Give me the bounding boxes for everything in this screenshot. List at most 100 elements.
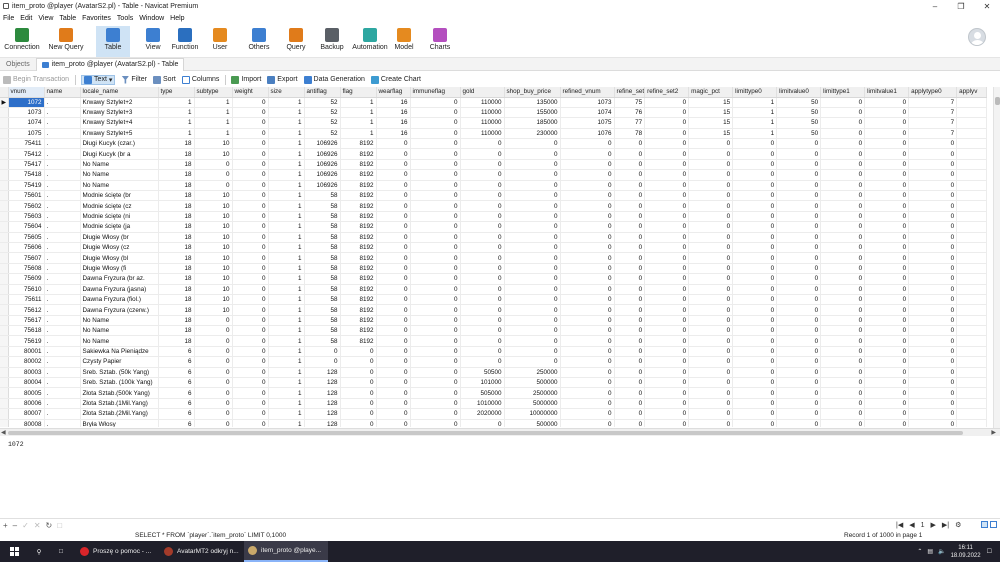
table-cell[interactable]: 0 <box>376 387 411 399</box>
table-cell[interactable]: 0 <box>732 200 778 212</box>
table-cell[interactable]: 0 <box>614 315 646 327</box>
column-header-refine-set2[interactable]: refine_set2 <box>644 87 690 98</box>
table-cell[interactable]: 0 <box>776 398 822 410</box>
table-cell[interactable]: 58 <box>304 294 341 306</box>
table-cell[interactable]: 0 <box>644 211 690 223</box>
table-cell[interactable]: 8192 <box>340 180 377 192</box>
menu-view[interactable]: View <box>38 15 53 22</box>
begin-transaction-button[interactable]: Begin Transaction <box>3 75 69 84</box>
table-cell[interactable]: 16 <box>376 117 411 129</box>
table-cell[interactable]: 50 <box>776 117 822 129</box>
table-cell[interactable]: 0 <box>864 159 910 171</box>
table-cell[interactable]: 0 <box>776 294 822 306</box>
table-cell[interactable]: Krwawy Sztylet+5 <box>80 128 159 140</box>
table-cell[interactable]: 0 <box>864 356 910 368</box>
column-header-limittype0[interactable]: limittype0 <box>732 87 778 98</box>
table-cell[interactable]: 0 <box>864 263 910 275</box>
table-cell[interactable]: 0 <box>688 252 734 264</box>
table-cell[interactable]: 0 <box>460 242 505 254</box>
ribbon-user-button[interactable]: User <box>208 26 232 57</box>
table-cell[interactable]: 1 <box>732 117 778 129</box>
table-cell[interactable]: 0 <box>864 377 910 389</box>
table-cell[interactable]: 1 <box>158 97 195 108</box>
table-cell[interactable]: 0 <box>232 232 269 243</box>
table-cell[interactable]: 0 <box>376 273 411 285</box>
table-cell[interactable]: 10 <box>194 232 233 243</box>
maximize-button[interactable]: ❐ <box>948 0 974 12</box>
table-cell[interactable]: . <box>44 367 81 379</box>
table-cell[interactable]: 0 <box>410 377 461 389</box>
table-cell[interactable]: 75603 <box>8 211 45 223</box>
table-cell[interactable]: 128 <box>304 398 341 410</box>
table-cell[interactable]: 0 <box>504 346 561 358</box>
table-cell[interactable]: 6 <box>158 398 195 410</box>
table-cell[interactable]: 1 <box>268 107 305 119</box>
table-cell[interactable] <box>956 346 988 358</box>
current-row-indicator-icon[interactable]: ▶ <box>0 97 9 108</box>
table-cell[interactable]: 0 <box>460 232 505 243</box>
table-cell[interactable]: 0 <box>504 273 561 285</box>
table-cell[interactable]: 0 <box>376 315 411 327</box>
table-cell[interactable]: 1 <box>194 128 233 140</box>
table-cell[interactable]: 0 <box>194 315 233 327</box>
clock[interactable]: 16:11 18.09.2022 <box>951 544 981 560</box>
table-cell[interactable]: . <box>44 356 81 368</box>
row-indicator[interactable] <box>0 232 9 243</box>
table-cell[interactable]: 0 <box>560 263 615 275</box>
table-cell[interactable]: 0 <box>504 180 561 192</box>
table-cell[interactable]: 15 <box>688 117 734 129</box>
table-cell[interactable] <box>956 252 988 264</box>
row-indicator[interactable] <box>0 190 9 202</box>
ribbon-connection-button[interactable]: Connection <box>4 26 40 57</box>
row-indicator[interactable] <box>0 169 9 181</box>
table-cell[interactable]: 52 <box>304 97 341 108</box>
table-cell[interactable]: 1 <box>268 128 305 140</box>
table-cell[interactable]: 58 <box>304 335 341 347</box>
table-cell[interactable]: 0 <box>820 232 866 243</box>
table-cell[interactable]: 0 <box>732 180 778 192</box>
table-cell[interactable]: 0 <box>560 148 615 160</box>
table-cell[interactable]: 0 <box>908 377 958 389</box>
table-cell[interactable] <box>956 356 988 368</box>
table-cell[interactable]: 128 <box>304 419 341 427</box>
table-cell[interactable]: . <box>44 273 81 285</box>
table-cell[interactable]: 0 <box>232 159 269 171</box>
table-cell[interactable]: 76 <box>614 107 646 119</box>
table-cell[interactable]: 10 <box>194 211 233 223</box>
ribbon-charts-button[interactable]: Charts <box>428 26 452 57</box>
table-cell[interactable]: 0 <box>614 242 646 254</box>
table-cell[interactable]: 0 <box>232 128 269 140</box>
table-cell[interactable]: 10 <box>194 242 233 254</box>
column-header-limitvalue0[interactable]: limitvalue0 <box>776 87 822 98</box>
scroll-thumb[interactable] <box>8 431 963 435</box>
table-cell[interactable]: 0 <box>460 294 505 306</box>
table-cell[interactable]: 0 <box>560 273 615 285</box>
column-header-magic-pct[interactable]: magic_pct <box>688 87 734 98</box>
table-cell[interactable]: 18 <box>158 221 195 233</box>
taskbar-app-2[interactable]: AvatarMT2 odkryj n... <box>160 541 244 562</box>
table-cell[interactable]: 1 <box>268 294 305 306</box>
table-cell[interactable]: 0 <box>776 304 822 316</box>
table-cell[interactable]: 75607 <box>8 252 45 264</box>
table-cell[interactable]: 7 <box>908 117 958 129</box>
table-cell[interactable]: 0 <box>376 263 411 275</box>
table-cell[interactable]: 0 <box>864 315 910 327</box>
table-cell[interactable]: 0 <box>864 346 910 358</box>
table-cell[interactable]: 0 <box>376 367 411 379</box>
table-cell[interactable]: 1074 <box>8 117 45 129</box>
table-cell[interactable]: 1 <box>268 263 305 275</box>
table-cell[interactable]: 0 <box>776 211 822 223</box>
table-cell[interactable]: 0 <box>376 180 411 192</box>
table-cell[interactable]: 0 <box>504 315 561 327</box>
tab-objects[interactable]: Objects <box>0 61 36 68</box>
table-cell[interactable]: 106926 <box>304 138 341 150</box>
table-cell[interactable]: 50 <box>776 97 822 108</box>
table-cell[interactable]: 0 <box>732 138 778 150</box>
table-cell[interactable]: 0 <box>460 273 505 285</box>
table-cell[interactable]: 0 <box>732 221 778 233</box>
table-cell[interactable]: 0 <box>820 159 866 171</box>
table-cell[interactable]: 0 <box>232 242 269 254</box>
table-cell[interactable]: 0 <box>644 138 690 150</box>
page-number[interactable]: 1 <box>921 522 925 529</box>
row-indicator[interactable] <box>0 263 9 275</box>
